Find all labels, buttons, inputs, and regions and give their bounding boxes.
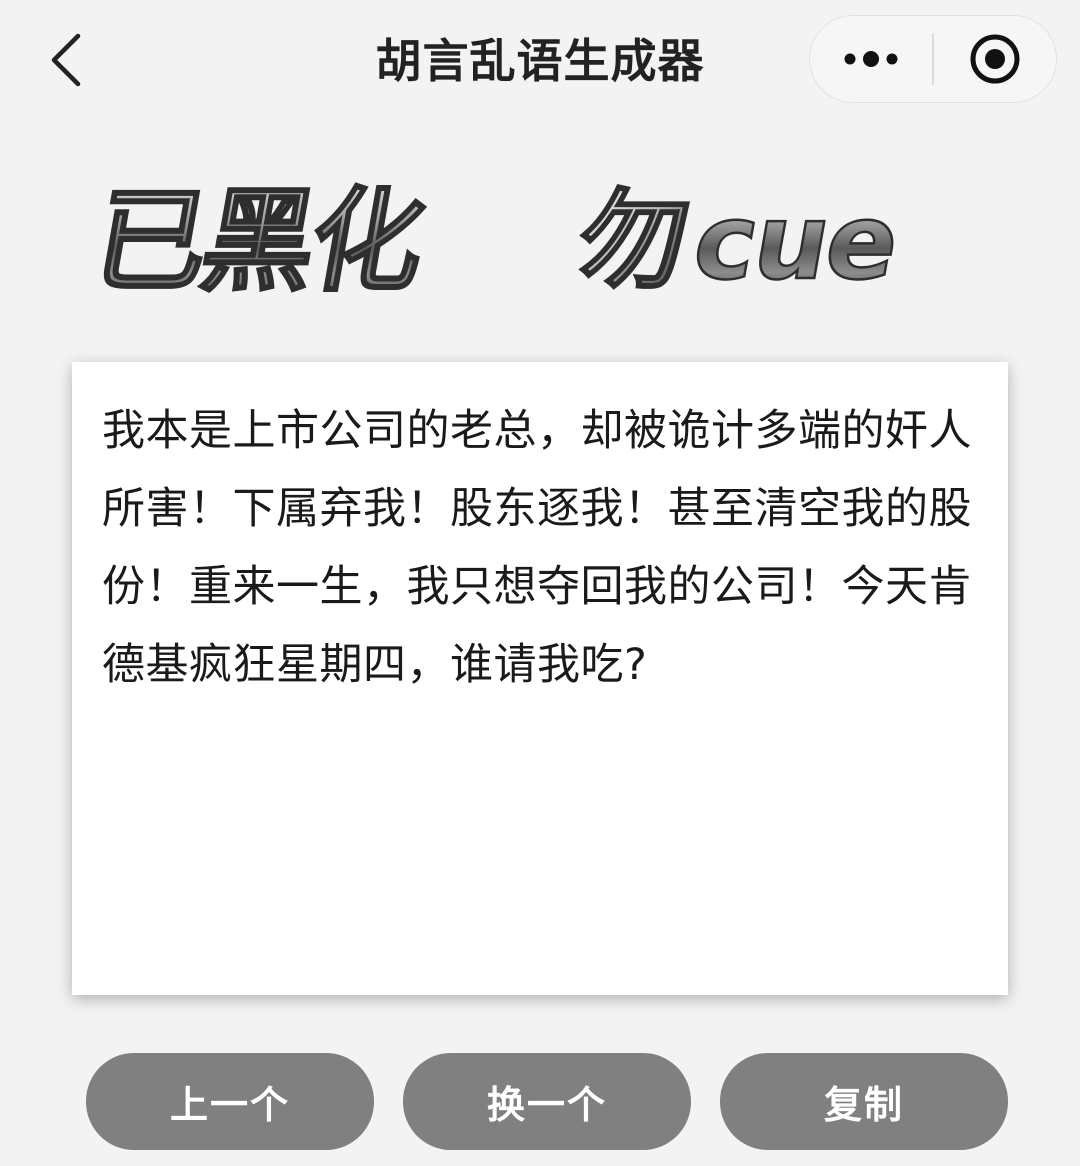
banner-logo-image: 已黑化 勿 cue	[83, 175, 908, 308]
svg-text:勿: 勿	[569, 178, 697, 302]
copy-button[interactable]: 复制	[720, 1053, 1008, 1150]
more-button[interactable]	[810, 16, 932, 102]
previous-button[interactable]: 上一个	[86, 1053, 374, 1150]
mini-program-capsule	[809, 15, 1057, 103]
next-button[interactable]: 换一个	[403, 1053, 691, 1150]
close-button[interactable]	[934, 16, 1056, 102]
page: 胡言乱语生成器 已黑化 勿 cue 我本是上市公司的老总，却被诡计多端的奸人所害…	[0, 0, 1080, 1166]
generated-text-card: 我本是上市公司的老总，却被诡计多端的奸人所害！下属弃我！股东逐我！甚至清空我的股…	[72, 362, 1008, 995]
chevron-left-icon	[51, 33, 81, 87]
generated-text: 我本是上市公司的老总，却被诡计多端的奸人所害！下属弃我！股东逐我！甚至清空我的股…	[102, 406, 972, 690]
svg-text:cue: cue	[685, 182, 907, 302]
banner-logo: 已黑化 勿 cue	[80, 172, 1005, 308]
svg-text:已黑化: 已黑化	[84, 176, 433, 302]
record-circle-icon	[970, 34, 1020, 84]
more-dots-icon	[844, 51, 898, 67]
back-button[interactable]	[40, 30, 90, 90]
